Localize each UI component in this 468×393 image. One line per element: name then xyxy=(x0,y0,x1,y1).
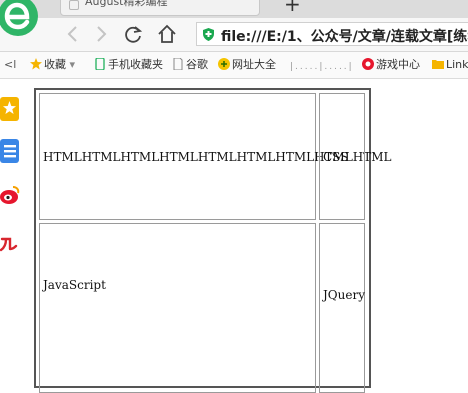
secure-shield-icon xyxy=(203,28,214,41)
globe-icon xyxy=(218,58,230,70)
bookmark-separator: |.....|.....| xyxy=(290,62,354,72)
forward-arrow-icon[interactable] xyxy=(90,23,112,45)
bookmarks-bar: <l 收藏 ▾ 手机收藏夹 谷歌 网址大全 |.....|.....| 游戏中心… xyxy=(0,52,468,79)
star-icon xyxy=(30,58,42,70)
demo-table: HTMLHTMLHTMLHTMLHTMLHTMLHTMLHTMLHTML CSS… xyxy=(34,88,392,393)
bookmark-google[interactable]: 谷歌 xyxy=(172,57,208,73)
brand-logo-icon[interactable] xyxy=(0,229,20,253)
bookmark-label: 网址大全 xyxy=(232,58,276,71)
bookmark-label: 谷歌 xyxy=(186,58,208,71)
phone-icon xyxy=(95,58,105,70)
cell-text-jquery: JQuery xyxy=(323,288,365,302)
left-sidebar xyxy=(0,79,24,318)
sidebar-toggle-icon[interactable]: <l xyxy=(4,57,16,73)
address-url[interactable]: file:///E:/1、公众号/文章/连载文章[练裁 xyxy=(221,26,468,46)
browser-logo-icon[interactable] xyxy=(0,0,44,40)
bookmark-link[interactable]: Link xyxy=(432,57,468,73)
navigation-bar: file:///E:/1、公众号/文章/连载文章[练裁 xyxy=(0,18,468,52)
cell-text-css: CSS xyxy=(323,150,349,164)
table-cell: CSS xyxy=(319,93,365,220)
bookmark-label: Link xyxy=(446,58,468,71)
bookmark-games[interactable]: 游戏中心 xyxy=(362,57,420,73)
page-icon xyxy=(173,58,183,70)
game-icon xyxy=(362,58,374,70)
favorites-star-icon[interactable] xyxy=(0,97,20,121)
new-tab-button[interactable]: + xyxy=(284,0,301,14)
page-content: HTMLHTMLHTMLHTMLHTMLHTMLHTMLHTMLHTML CSS… xyxy=(24,79,468,393)
back-arrow-icon[interactable] xyxy=(62,23,84,45)
tab-page-icon xyxy=(69,0,79,10)
home-icon[interactable] xyxy=(156,23,178,45)
address-bar[interactable]: file:///E:/1、公众号/文章/连载文章[练裁 xyxy=(196,22,468,46)
chevron-down-icon: ▾ xyxy=(69,58,76,71)
tab-title: August精彩编程 xyxy=(85,0,168,8)
bookmark-label: 游戏中心 xyxy=(376,58,420,71)
list-icon[interactable] xyxy=(0,139,20,163)
table-cell: JQuery xyxy=(319,223,365,393)
bookmark-label: 手机收藏夹 xyxy=(108,58,163,71)
weibo-icon[interactable] xyxy=(0,183,20,207)
bookmark-favorites[interactable]: 收藏 ▾ xyxy=(30,57,75,73)
folder-icon xyxy=(432,60,444,69)
bookmark-mobile[interactable]: 手机收藏夹 xyxy=(94,57,163,73)
title-bar: August精彩编程 + xyxy=(0,0,468,18)
refresh-icon[interactable] xyxy=(122,23,144,45)
table-cell: HTMLHTMLHTMLHTMLHTMLHTMLHTMLHTMLHTML xyxy=(39,93,392,220)
cell-text-javascript: JavaScript xyxy=(43,278,106,292)
table-cell: JavaScript xyxy=(39,223,316,393)
bookmark-label: 收藏 xyxy=(44,58,66,71)
bookmark-directory[interactable]: 网址大全 xyxy=(218,57,276,73)
browser-tab[interactable]: August精彩编程 xyxy=(60,0,260,16)
